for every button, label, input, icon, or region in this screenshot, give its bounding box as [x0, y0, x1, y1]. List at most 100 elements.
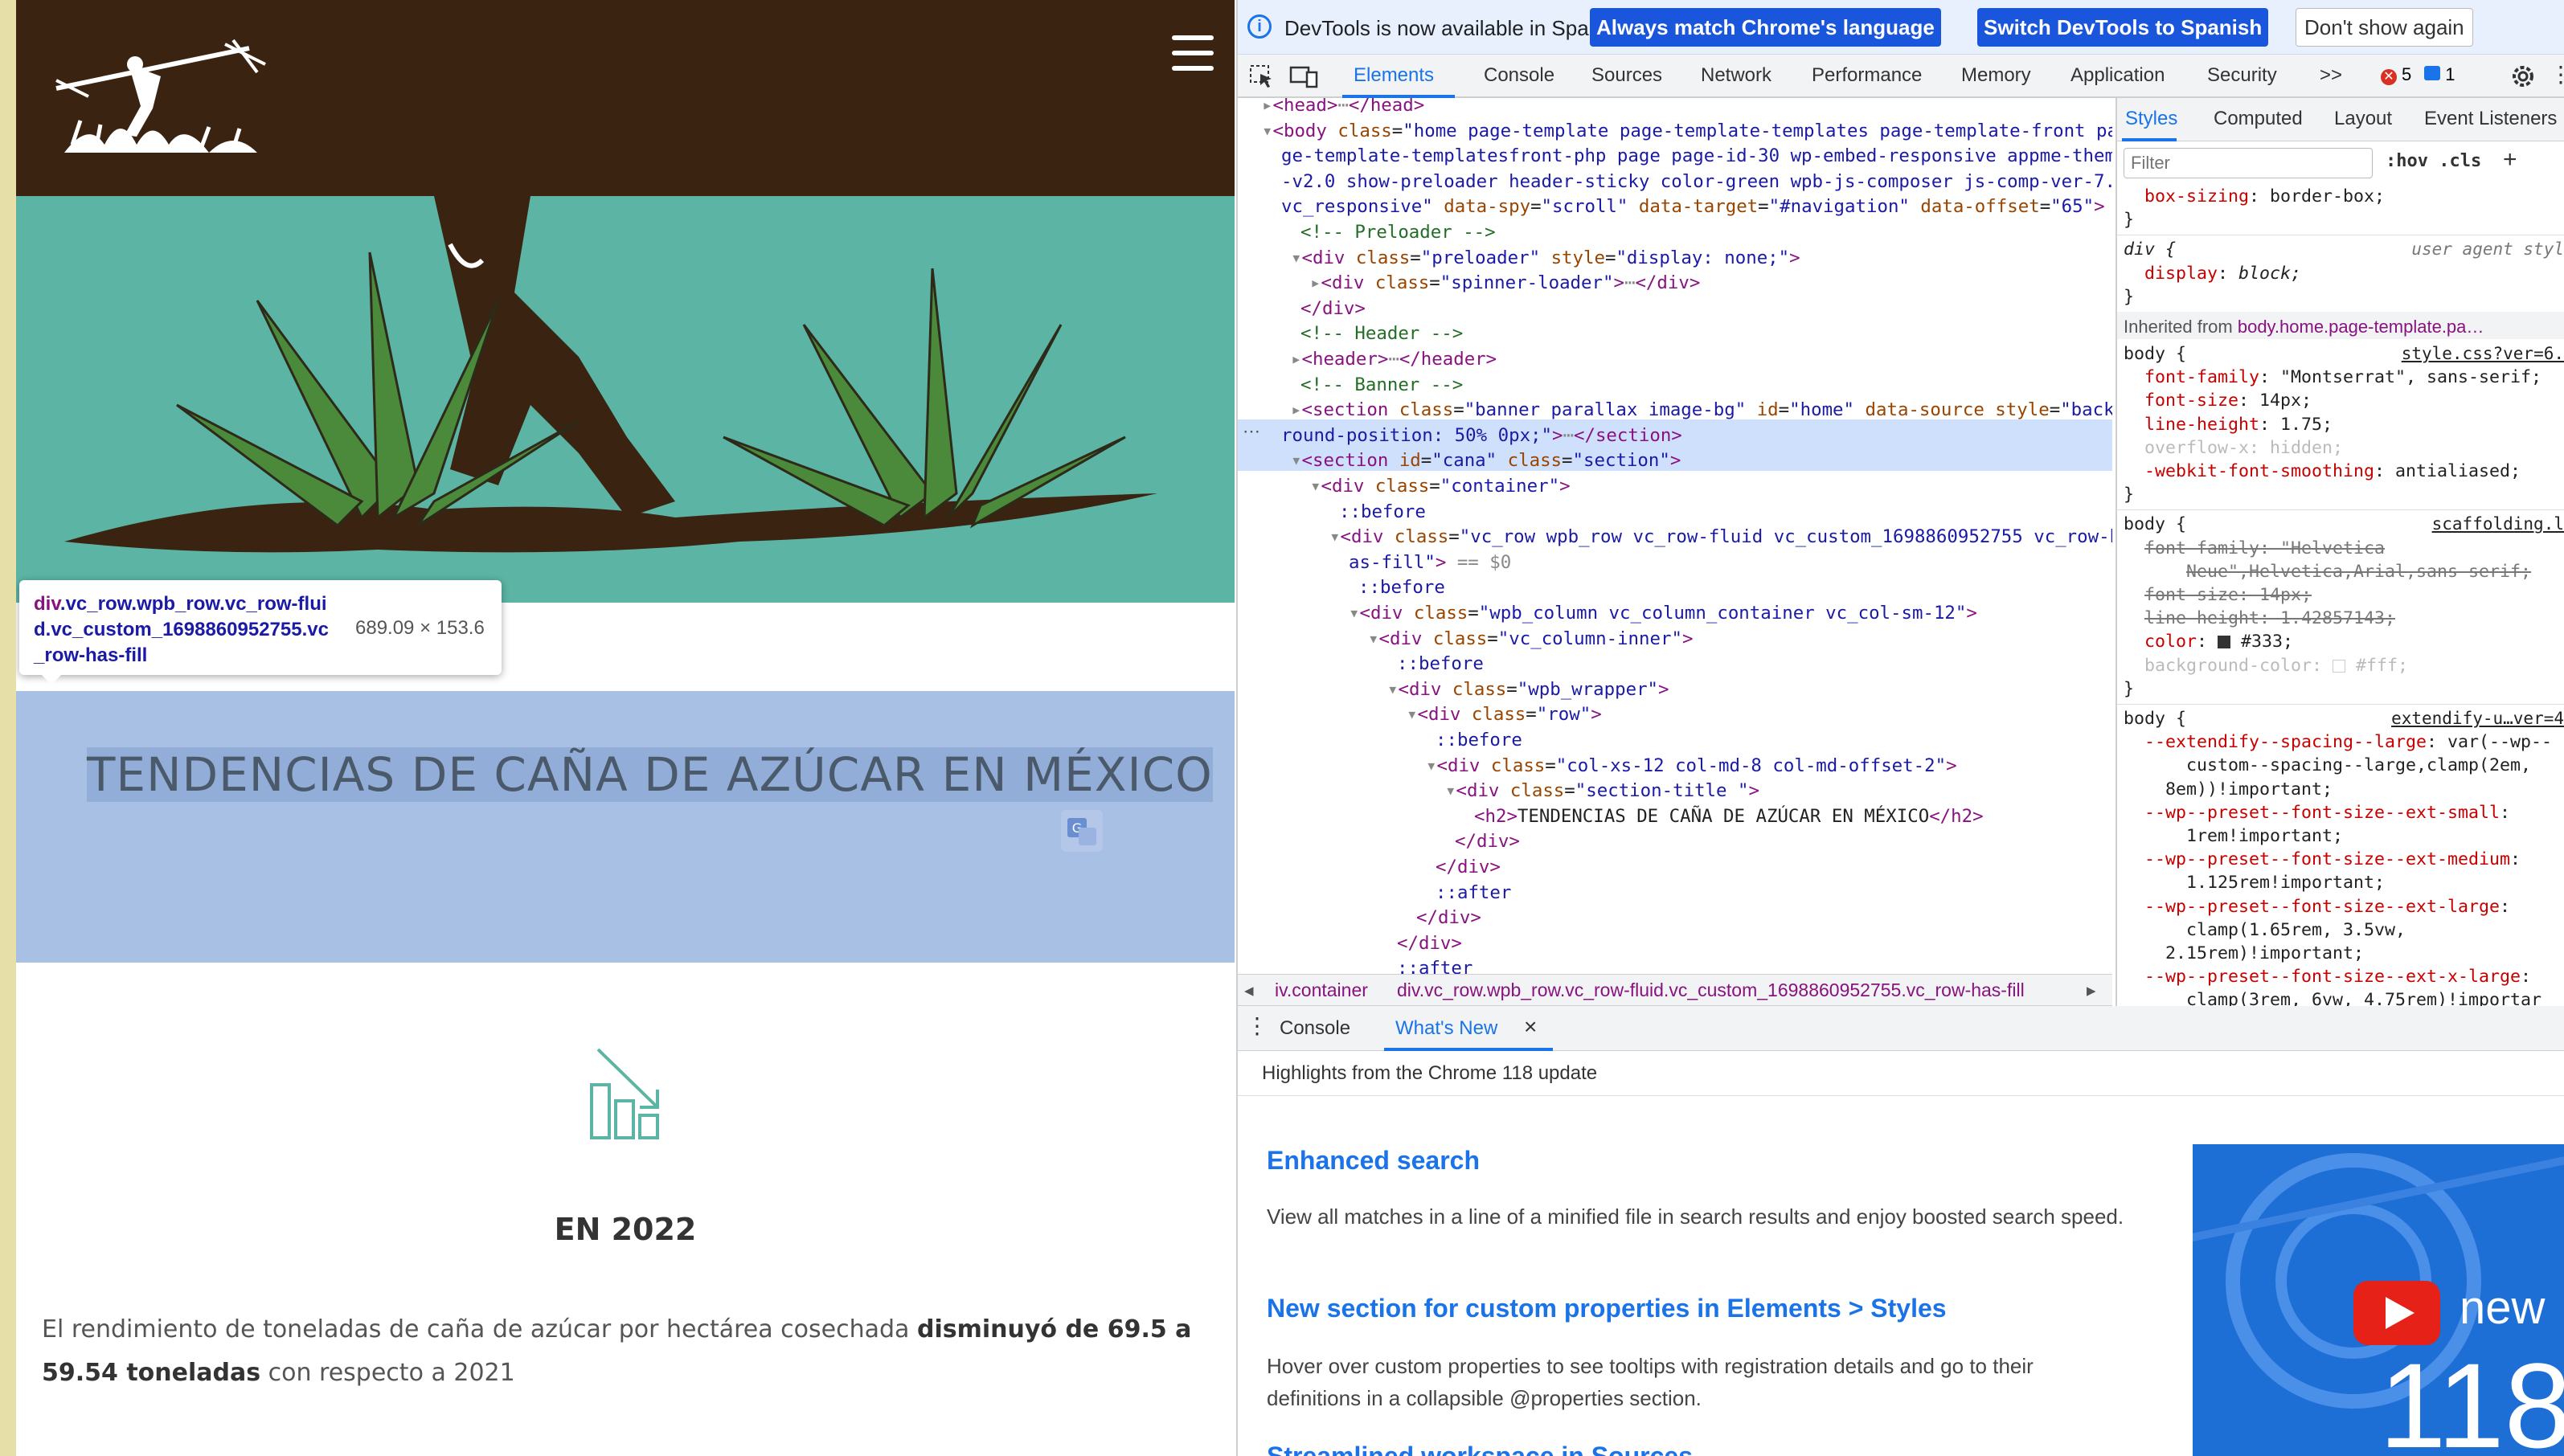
- dom-node-line[interactable]: ▾<div class="vc_column-inner">: [1368, 627, 1693, 652]
- dom-node-line[interactable]: <h2>TENDENCIAS DE CAÑA DE AZÚCAR EN MÉXI…: [1474, 804, 1984, 830]
- dom-node-line[interactable]: ▸<section class="banner parallax image-b…: [1291, 398, 2112, 423]
- tab-network[interactable]: Network: [1701, 64, 1771, 87]
- tab-computed[interactable]: Computed: [2214, 108, 2303, 130]
- dom-node-line[interactable]: <!-- Banner -->: [1300, 373, 1463, 399]
- breadcrumb-scroll-right-icon[interactable]: ▸: [2087, 980, 2096, 1001]
- style-declaration[interactable]: font-family: "Helvetica: [2124, 537, 2385, 560]
- dom-node-line[interactable]: </div>: [1455, 829, 1520, 855]
- style-declaration[interactable]: line-height: 1.75;: [2124, 413, 2333, 436]
- style-declaration[interactable]: body {: [2124, 513, 2186, 536]
- whats-new-item-title[interactable]: New section for custom properties in Ele…: [1267, 1294, 1947, 1323]
- dom-node-line[interactable]: ▾<div class="preloader" style="display: …: [1291, 246, 1800, 272]
- inspect-element-icon[interactable]: [1249, 64, 1275, 88]
- dom-node-line[interactable]: ▸<head>⋯</head>: [1262, 98, 1424, 119]
- tab-layout[interactable]: Layout: [2334, 108, 2392, 130]
- style-declaration[interactable]: font-size: 14px;: [2124, 583, 2312, 607]
- dom-node-line[interactable]: ▸<div class="spinner-loader">⋯</div>: [1310, 271, 1700, 297]
- tab-styles[interactable]: Styles: [2125, 108, 2177, 130]
- style-declaration[interactable]: 8em))!important;: [2124, 778, 2333, 801]
- switch-to-spanish-button[interactable]: Switch DevTools to Spanish: [1977, 8, 2269, 47]
- style-declaration[interactable]: --wp--preset--font-size--ext-medium:: [2124, 848, 2521, 871]
- more-tabs-icon[interactable]: >>: [2320, 64, 2342, 87]
- dom-node-line[interactable]: ::before: [1339, 500, 1426, 526]
- tab-event-listeners[interactable]: Event Listeners: [2424, 108, 2557, 130]
- breadcrumb-container[interactable]: iv.container: [1275, 980, 1368, 1001]
- style-rules[interactable]: box-sizing: border-box;} div {user agent …: [2117, 185, 2564, 1006]
- whats-new-item-title[interactable]: Streamlined workspace in Sources: [1267, 1442, 1693, 1456]
- hov-cls-toggles[interactable]: :hov .cls: [2386, 151, 2481, 171]
- dom-node-line[interactable]: -v2.0 show-preloader header-sticky color…: [1281, 170, 2112, 195]
- dom-node-line[interactable]: ▾<body class="home page-template page-te…: [1262, 119, 2112, 145]
- dom-node-line[interactable]: ▾<div class="wpb_column vc_column_contai…: [1349, 601, 1977, 627]
- style-declaration[interactable]: font-family: "Montserrat", sans-serif;: [2124, 366, 2541, 389]
- style-declaration[interactable]: Neue",Helvetica,Arial,sans-serif;: [2124, 560, 2531, 583]
- tab-sources[interactable]: Sources: [1591, 64, 1662, 87]
- style-declaration[interactable]: }: [2124, 483, 2134, 506]
- stylesheet-link[interactable]: extendify-u…ver=4: [2391, 707, 2564, 730]
- dom-node-line[interactable]: ▾<div class="col-xs-12 col-md-8 col-md-o…: [1426, 754, 1957, 779]
- style-declaration[interactable]: div {: [2124, 238, 2176, 261]
- website-viewport[interactable]: TENDENCIAS DE CAÑA DE AZÚCAR EN MÉXICO G…: [16, 0, 1235, 1456]
- style-declaration[interactable]: }: [2124, 677, 2134, 701]
- dom-node-line[interactable]: round-position: 50% 0px;">⋯</section>: [1281, 423, 1682, 449]
- stylesheet-link[interactable]: scaffolding.l: [2432, 513, 2564, 536]
- style-declaration[interactable]: --wp--preset--font-size--ext-small:: [2124, 801, 2510, 824]
- style-declaration[interactable]: clamp(1.65rem, 3.5vw,: [2124, 918, 2406, 942]
- dom-node-line[interactable]: ▾<div class="container">: [1310, 474, 1571, 500]
- translate-icon[interactable]: G: [1061, 810, 1103, 852]
- dom-node-line[interactable]: as-fill"> == $0: [1349, 550, 1511, 576]
- dom-node-line[interactable]: <!-- Header -->: [1300, 321, 1463, 347]
- style-declaration[interactable]: 1rem!important;: [2124, 824, 2343, 848]
- dom-node-line[interactable]: ::before: [1436, 728, 1522, 754]
- style-declaration[interactable]: 1.125rem!important;: [2124, 871, 2385, 894]
- dom-node-line[interactable]: ge-template-templatesfront-php page page…: [1281, 144, 2112, 170]
- style-declaration[interactable]: font-size: 14px;: [2124, 389, 2312, 412]
- dom-node-line[interactable]: ▾<div class="vc_row wpb_row vc_row-fluid…: [1329, 525, 2112, 550]
- inherited-from-header[interactable]: Inherited from body.home.page-template.p…: [2117, 312, 2564, 339]
- always-match-language-button[interactable]: Always match Chrome's language: [1590, 8, 1941, 47]
- dom-node-line[interactable]: ::after: [1436, 881, 1511, 906]
- style-declaration[interactable]: clamp(3rem, 6vw, 4.75rem)!importar: [2124, 988, 2541, 1006]
- dom-node-line[interactable]: ::before: [1358, 575, 1445, 601]
- device-toolbar-icon[interactable]: [1289, 64, 1318, 88]
- tab-application[interactable]: Application: [2070, 64, 2165, 87]
- style-declaration[interactable]: --extendify--spacing--large: var(--wp--: [2124, 730, 2552, 754]
- dom-node-line[interactable]: <!-- Preloader -->: [1300, 220, 1496, 246]
- dom-node-line[interactable]: ▾<div class="row">: [1407, 702, 1602, 728]
- tab-security[interactable]: Security: [2207, 64, 2277, 87]
- dom-node-line[interactable]: </div>: [1300, 297, 1366, 322]
- tab-performance[interactable]: Performance: [1812, 64, 1922, 87]
- style-declaration[interactable]: line-height: 1.42857143;: [2124, 607, 2395, 630]
- style-declaration[interactable]: 2.15rem)!important;: [2124, 942, 2364, 965]
- style-declaration[interactable]: color: #333;: [2124, 630, 2293, 653]
- style-declaration[interactable]: box-sizing: border-box;: [2124, 185, 2385, 208]
- dom-node-line[interactable]: ::after: [1397, 956, 1472, 974]
- close-whats-new-icon[interactable]: ×: [1524, 1014, 1537, 1040]
- breadcrumb-vc-row[interactable]: div.vc_row.wpb_row.vc_row-fluid.vc_custo…: [1397, 980, 2025, 1001]
- style-declaration[interactable]: background-color: #fff;: [2124, 654, 2408, 677]
- style-declaration[interactable]: body {: [2124, 707, 2186, 730]
- tab-memory[interactable]: Memory: [1961, 64, 2031, 87]
- style-declaration[interactable]: }: [2124, 285, 2134, 309]
- dom-node-line[interactable]: ▸<header>⋯</header>: [1291, 347, 1497, 373]
- drawer-menu-icon[interactable]: ⋮: [1246, 1012, 1268, 1039]
- whats-new-item-title[interactable]: Enhanced search: [1267, 1146, 1480, 1176]
- drawer-tab-whats-new[interactable]: What's New: [1395, 1017, 1497, 1040]
- dom-node-line[interactable]: vc_responsive" data-spy="scroll" data-ta…: [1281, 194, 2105, 220]
- new-style-rule-icon[interactable]: +: [2503, 146, 2517, 174]
- style-declaration[interactable]: display: block;: [2124, 262, 2301, 285]
- dom-node-line[interactable]: </div>: [1397, 931, 1462, 957]
- style-declaration[interactable]: }: [2124, 208, 2134, 231]
- breadcrumb-scroll-left-icon[interactable]: ◂: [1244, 980, 1254, 1001]
- style-declaration[interactable]: -webkit-font-smoothing: antialiased;: [2124, 460, 2521, 483]
- settings-gear-icon[interactable]: [2509, 63, 2537, 90]
- style-declaration[interactable]: --wp--preset--font-size--ext-large:: [2124, 895, 2510, 918]
- hamburger-menu-icon[interactable]: [1172, 35, 1214, 71]
- dom-node-line[interactable]: </div>: [1416, 906, 1481, 931]
- style-declaration[interactable]: body {: [2124, 342, 2186, 366]
- stylesheet-link[interactable]: style.css?ver=6.: [2402, 342, 2564, 366]
- style-declaration[interactable]: overflow-x: hidden;: [2124, 436, 2343, 460]
- styles-filter-input[interactable]: [2124, 148, 2373, 178]
- dom-node-line[interactable]: </div>: [1436, 855, 1501, 881]
- dom-node-line[interactable]: ::before: [1397, 652, 1484, 677]
